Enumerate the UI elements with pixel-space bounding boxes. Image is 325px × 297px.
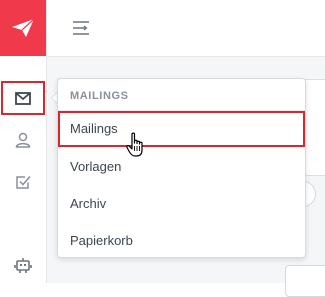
menu-item-papierkorb[interactable]: Papierkorb [58,223,305,259]
sidebar-item-contacts[interactable] [0,122,46,158]
topbar [47,0,325,57]
dropdown-header: MAILINGS [70,90,129,102]
user-icon [15,132,31,148]
robot-icon [14,258,32,273]
logo[interactable] [0,0,46,56]
hamburger-menu-icon [73,21,89,35]
sidebar [0,0,47,283]
checkbox-icon [16,176,31,189]
sidebar-item-mailings[interactable] [1,81,45,115]
mail-icon [15,91,31,105]
content-box [285,265,325,297]
paper-plane-icon [12,18,35,37]
sidebar-item-automation[interactable] [0,248,46,284]
sidebar-item-tasks[interactable] [0,164,46,200]
hand-pointer-icon [126,132,143,157]
menu-item-archiv[interactable]: Archiv [58,186,305,222]
mailings-dropdown: MAILINGS Mailings Vorlagen Archiv Papier… [57,78,306,258]
menu-item-vorlagen[interactable]: Vorlagen [58,149,305,185]
menu-toggle-button[interactable] [69,16,93,40]
menu-item-mailings[interactable]: Mailings [58,111,305,147]
